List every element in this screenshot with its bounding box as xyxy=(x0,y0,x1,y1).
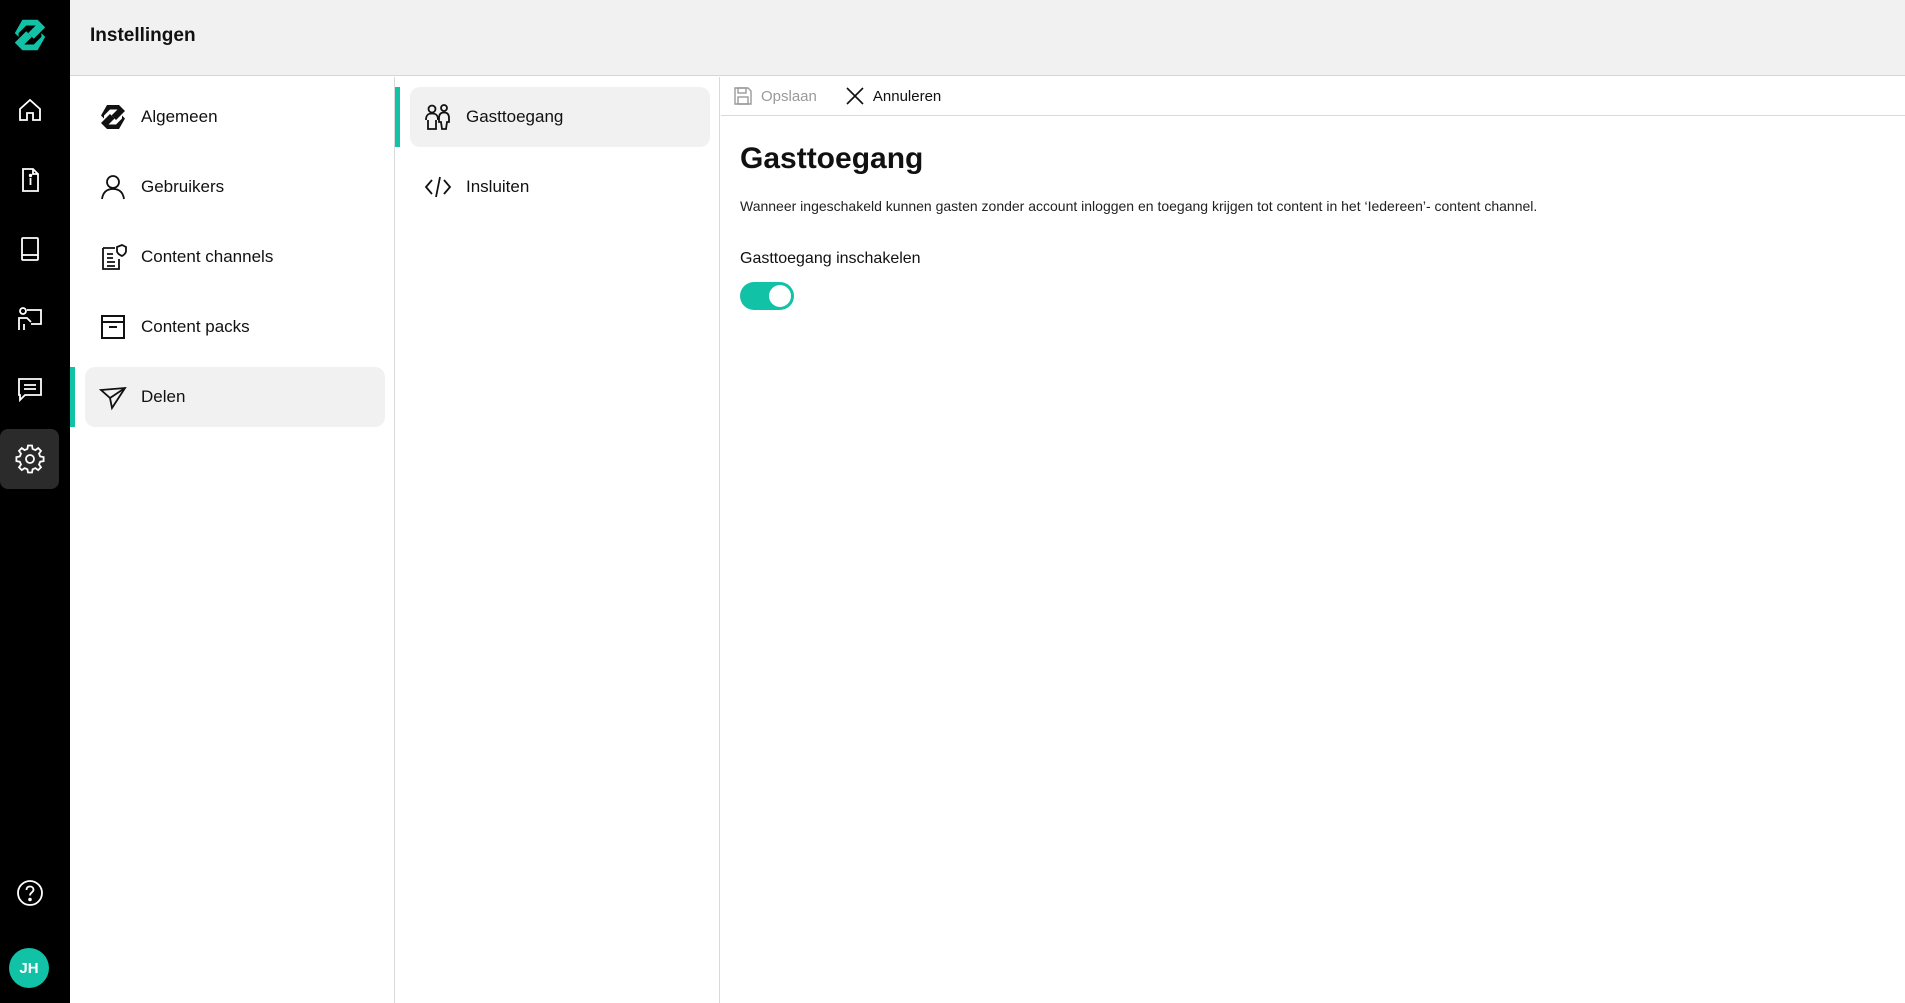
content-channels-icon xyxy=(97,241,129,273)
settings-nav: Algemeen Gebruikers Content channels Con… xyxy=(70,77,395,1003)
sub-nav-item-insluiten[interactable]: Insluiten xyxy=(410,157,710,217)
avatar[interactable]: JH xyxy=(9,948,49,988)
close-icon xyxy=(846,87,864,105)
help-icon xyxy=(16,880,43,906)
settings-nav-item-algemeen[interactable]: Algemeen xyxy=(85,87,385,147)
settings-nav-item-content-channels[interactable]: Content channels xyxy=(85,227,385,287)
save-label: Opslaan xyxy=(761,87,817,105)
settings-nav-label: Gebruikers xyxy=(141,177,225,196)
app-header: Instellingen xyxy=(70,0,1905,76)
chat-icon xyxy=(17,378,42,403)
sub-nav-item-gasttoegang[interactable]: Gasttoegang xyxy=(410,87,710,147)
rail-document-button[interactable] xyxy=(0,150,59,210)
rail-presentation-button[interactable] xyxy=(0,289,59,349)
settings-nav-item-gebruikers[interactable]: Gebruikers xyxy=(85,157,385,217)
content-area: Gasttoegang Wanneer ingeschakeld kunnen … xyxy=(721,116,1905,336)
toggle-knob xyxy=(769,285,791,307)
settings-nav-label: Content packs xyxy=(141,317,250,336)
settings-nav-label: Algemeen xyxy=(141,107,218,126)
page-title: Gasttoegang xyxy=(740,142,924,175)
rail-home-button[interactable] xyxy=(0,80,59,140)
home-icon xyxy=(18,98,41,121)
brand-logo-icon[interactable] xyxy=(11,16,49,54)
settings-nav-label: Content channels xyxy=(141,247,274,266)
settings-nav-item-delen[interactable]: Delen xyxy=(85,367,385,427)
rail-settings-button[interactable] xyxy=(0,429,59,489)
page-header-title: Instellingen xyxy=(90,25,196,46)
document-info-icon xyxy=(21,168,39,192)
send-icon xyxy=(97,381,129,413)
guests-icon xyxy=(422,101,454,133)
settings-nav-item-content-packs[interactable]: Content packs xyxy=(85,297,385,357)
cancel-button[interactable]: Annuleren xyxy=(845,86,941,106)
gear-icon xyxy=(15,444,44,474)
save-icon xyxy=(734,87,752,105)
app: JH Instellingen Algemeen Gebruikers Cont… xyxy=(0,0,1905,1003)
presentation-icon xyxy=(17,307,42,330)
brand-logo-icon xyxy=(97,101,129,133)
page-description: Wanneer ingeschakeld kunnen gasten zonde… xyxy=(740,198,1538,214)
book-icon xyxy=(20,237,39,261)
archive-box-icon xyxy=(97,311,129,343)
settings-nav-label: Delen xyxy=(141,387,186,406)
toolbar: Opslaan Annuleren xyxy=(721,77,1905,116)
active-indicator xyxy=(395,87,400,147)
rail-chat-button[interactable] xyxy=(0,359,59,419)
main-panel: Opslaan Annuleren Gasttoegang Wanneer in… xyxy=(721,77,1905,1003)
guest-access-label: Gasttoegang inschakelen xyxy=(740,250,921,267)
rail-help-button[interactable] xyxy=(0,863,59,923)
rail-book-button[interactable] xyxy=(0,219,59,279)
sub-nav-label: Gasttoegang xyxy=(466,107,564,126)
active-indicator xyxy=(70,367,75,427)
code-icon xyxy=(422,171,454,203)
guest-access-toggle[interactable] xyxy=(740,282,794,310)
sub-nav: Gasttoegang Insluiten xyxy=(395,77,720,1003)
left-rail: JH xyxy=(0,0,70,1003)
cancel-label: Annuleren xyxy=(872,87,942,105)
save-button[interactable]: Opslaan xyxy=(733,86,817,106)
sub-nav-label: Insluiten xyxy=(466,177,530,196)
user-icon xyxy=(97,171,129,203)
